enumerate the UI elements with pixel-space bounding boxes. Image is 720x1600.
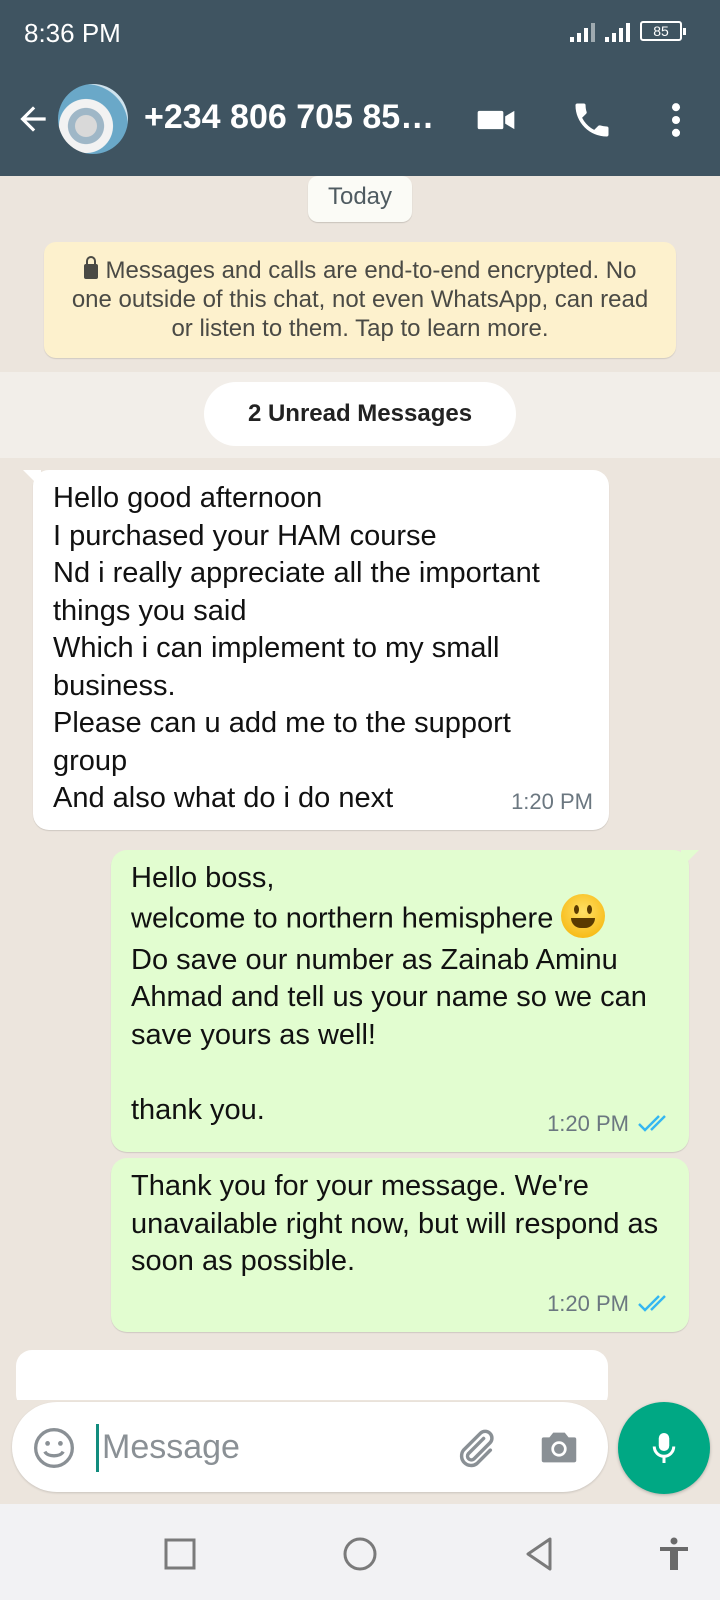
status-bar: 8:36 PM 85: [0, 0, 720, 64]
back-arrow-icon[interactable]: [14, 100, 52, 138]
home-icon[interactable]: [340, 1534, 380, 1574]
voice-call-icon[interactable]: [570, 98, 614, 142]
message-line: Hello boss,: [131, 862, 275, 894]
system-nav-bar: [0, 1504, 720, 1600]
battery-icon: 85: [640, 21, 686, 41]
message-time: 1:20 PM: [547, 1285, 673, 1323]
text-cursor: [96, 1424, 99, 1472]
signal-icon: [605, 20, 630, 42]
message-text: Hello boss, welcome to northern hemisphe…: [131, 860, 669, 1129]
message-line: welcome to northern hemisphere: [131, 902, 562, 935]
contact-avatar[interactable]: [58, 84, 128, 154]
unread-messages-label: 2 Unread Messages: [204, 382, 516, 446]
message-text: Hello good afternoon I purchased your HA…: [53, 482, 540, 814]
status-time: 8:36 PM: [24, 18, 121, 48]
recents-icon[interactable]: [160, 1534, 200, 1574]
message-line: Do save our number as Zainab Aminu Ahmad…: [131, 943, 647, 1126]
time-text: 1:20 PM: [547, 1290, 629, 1316]
grinning-face-emoji-icon: [561, 893, 606, 938]
time-text: 1:20 PM: [511, 788, 593, 814]
incoming-message[interactable]: Hello good afternoon I purchased your HA…: [23, 470, 609, 830]
status-icons: 85: [570, 20, 686, 42]
time-text: 1:20 PM: [547, 1110, 629, 1136]
message-text: Thank you for your message. We're unavai…: [131, 1170, 667, 1277]
read-receipt-icon: [638, 1115, 666, 1132]
read-receipt-icon: [638, 1295, 666, 1312]
encryption-notice[interactable]: Messages and calls are end-to-end encryp…: [44, 242, 676, 358]
more-options-icon[interactable]: [654, 98, 698, 142]
message-input[interactable]: [102, 1422, 432, 1472]
partial-message[interactable]: [16, 1350, 608, 1400]
accessibility-icon[interactable]: [654, 1534, 694, 1574]
message-time: 1:20 PM: [547, 1105, 673, 1143]
outgoing-message[interactable]: Hello boss, welcome to northern hemisphe…: [111, 850, 699, 1152]
voice-message-button[interactable]: [618, 1402, 710, 1494]
contact-name[interactable]: +234 806 705 85…: [144, 98, 444, 137]
chat-area[interactable]: Today Messages and calls are end-to-end …: [0, 176, 720, 1400]
microphone-icon: [652, 1433, 676, 1463]
encryption-notice-text: Messages and calls are end-to-end encryp…: [71, 257, 649, 342]
date-chip: Today: [308, 176, 412, 222]
outgoing-message[interactable]: Thank you for your message. We're unavai…: [111, 1158, 689, 1332]
bubble-tail: [681, 850, 699, 868]
video-call-icon[interactable]: [474, 98, 518, 142]
bubble-tail: [23, 470, 41, 488]
lock-icon: [83, 256, 98, 279]
chat-header: +234 806 705 85…: [0, 64, 720, 176]
camera-icon[interactable]: [536, 1424, 582, 1470]
emoji-icon[interactable]: [32, 1426, 76, 1470]
message-composer: [12, 1402, 608, 1492]
signal-icon: [570, 20, 595, 42]
attachment-icon[interactable]: [452, 1426, 498, 1472]
back-icon[interactable]: [520, 1534, 560, 1574]
message-time: 1:20 PM: [511, 783, 593, 821]
